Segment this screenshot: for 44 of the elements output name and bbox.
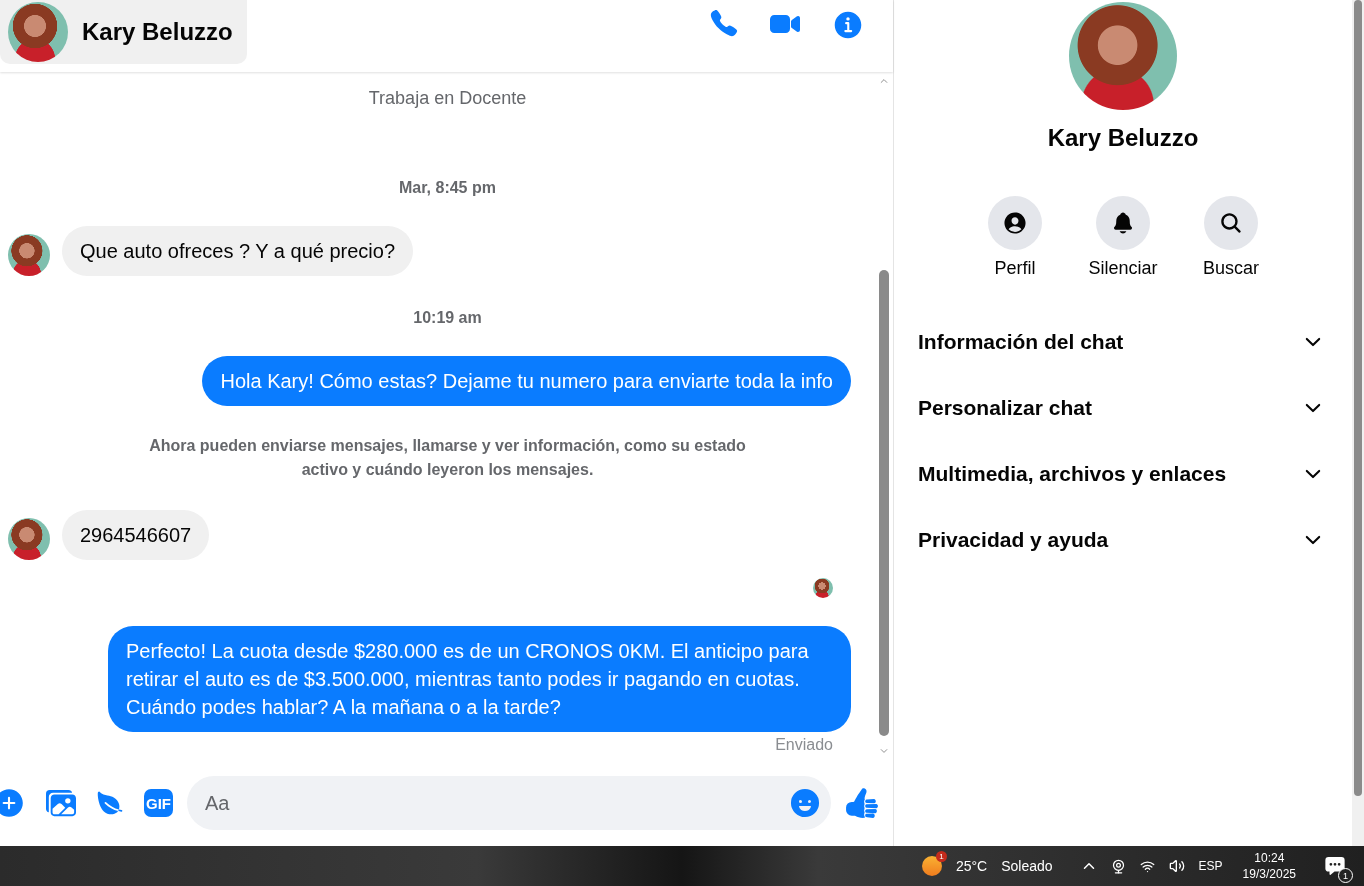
notification-icon[interactable] [1324, 855, 1346, 877]
received-message: 2964546607 [62, 510, 210, 560]
contact-name: Kary Beluzzo [82, 18, 233, 46]
scrollbar-thumb[interactable] [879, 270, 889, 736]
notification-badge: 1 [1338, 868, 1353, 883]
delivery-status: Enviado [775, 735, 833, 755]
weather-condition: Soleado [1001, 858, 1053, 874]
weather-icon[interactable] [921, 856, 942, 876]
seen-avatar [813, 578, 833, 598]
profile-info: Trabaja en Docente [368, 87, 527, 110]
plus-icon[interactable] [0, 786, 26, 820]
avatar [8, 234, 50, 276]
emoji-icon[interactable] [789, 787, 821, 819]
system-notice: Ahora pueden enviarse mensajes, llamarse y ver información, como su estado activo y cuándo leyeron los mensajes. [148, 436, 747, 480]
message-field[interactable]: Aa [187, 776, 831, 830]
thumbs-up-icon[interactable] [845, 786, 879, 820]
wifi-icon[interactable] [1139, 858, 1155, 874]
section-header[interactable]: Personalizar chat [918, 375, 1324, 441]
weather-badge: 1 [935, 851, 947, 862]
sent-message: Perfecto! La cuota desde $280.000 es de un CRONOS 0KM. El anticipo para retirar el auto es de $3.500.000, mientras tanto podes ir pagando en cuotas. Cuándo podes hablar? A la mañana o a la tarde? [108, 626, 851, 732]
language-indicator[interactable]: ESP [1198, 859, 1223, 873]
section-header[interactable]: Multimedia, archivos y enlaces [918, 441, 1324, 507]
clock-time: 10:24 [1254, 851, 1285, 865]
person-icon [1002, 210, 1028, 236]
received-message: Que auto ofreces ? Y a qué precio? [62, 226, 414, 276]
message-timestamp: Mar, 8:45 pm [399, 178, 496, 198]
clock-date: 19/3/2025 [1242, 867, 1296, 881]
sent-message: Hola Kary! Cómo estas? Dejame tu numero para enviarte toda la info [202, 356, 851, 406]
message-timestamp: 10:19 am [413, 308, 482, 328]
section-header[interactable]: Privacidad y ayuda [918, 507, 1324, 573]
section-header[interactable]: Información del chat [918, 309, 1324, 375]
avatar [8, 2, 68, 62]
clock[interactable]: 10:24 19/3/2025 [1242, 851, 1296, 881]
search-icon [1219, 211, 1243, 235]
images-icon[interactable] [46, 788, 76, 818]
page-scrollbar-thumb[interactable] [1354, 0, 1362, 796]
camera-icon[interactable] [1110, 858, 1126, 874]
profile-name: Kary Beluzzo [1047, 124, 1199, 152]
speaker-icon[interactable] [1168, 858, 1185, 874]
contact-chip[interactable]: Kary Beluzzo [0, 0, 247, 64]
avatar [8, 518, 50, 560]
gif-button[interactable]: GIF [144, 789, 173, 817]
temperature: 25°C [955, 858, 988, 874]
bell-icon [1111, 211, 1135, 235]
